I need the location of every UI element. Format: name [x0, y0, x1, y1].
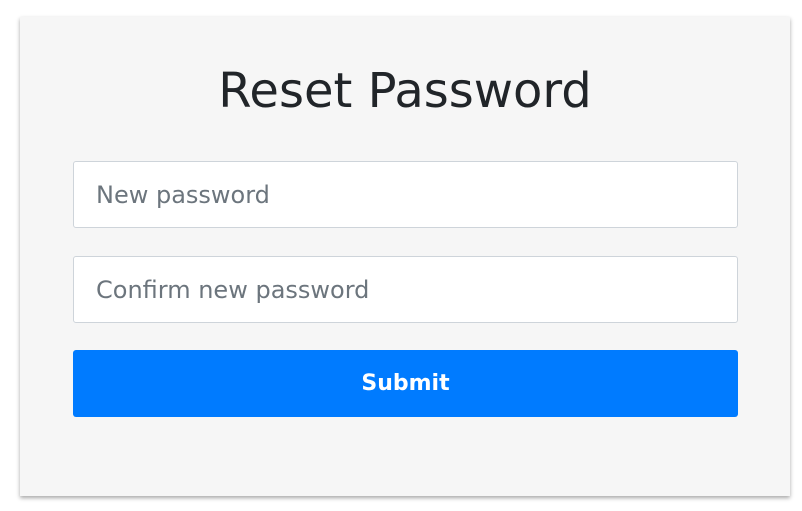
- submit-button[interactable]: Submit: [73, 350, 738, 417]
- page: Reset Password Submit: [0, 0, 802, 511]
- confirm-password-input[interactable]: [73, 256, 738, 323]
- new-password-input[interactable]: [73, 161, 738, 228]
- page-title: Reset Password: [218, 63, 592, 119]
- reset-password-card: Reset Password Submit: [20, 17, 790, 496]
